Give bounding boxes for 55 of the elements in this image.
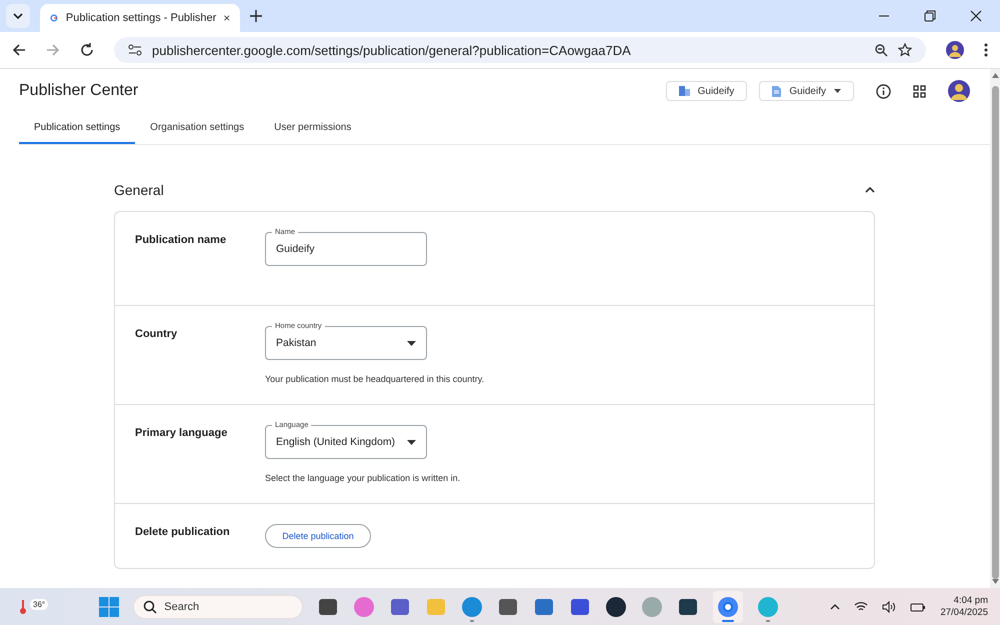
temperature-text: 36° — [30, 598, 48, 610]
speaker-icon[interactable] — [882, 600, 896, 612]
restore-icon[interactable] — [924, 10, 936, 22]
dropdown-icon — [407, 440, 416, 444]
scrollbar[interactable] — [990, 69, 1000, 588]
building-icon — [678, 86, 690, 96]
battery-icon[interactable] — [910, 600, 926, 612]
helper-text: Your publication must be headquartered in this country. — [265, 374, 484, 384]
settings-tab[interactable]: Publication settings — [19, 113, 136, 144]
site-settings-icon[interactable] — [128, 44, 142, 56]
wifi-icon[interactable] — [854, 601, 868, 612]
helper-text: Select the language your publication is written in. — [265, 473, 460, 483]
search-field[interactable]: Search — [133, 594, 304, 618]
close-icon[interactable] — [970, 10, 982, 22]
zoom-icon[interactable] — [875, 44, 888, 56]
document-icon — [772, 86, 782, 96]
chrome-icon — [718, 596, 738, 616]
scroll-up-icon[interactable] — [992, 73, 998, 78]
clock-date: 27/04/2025 — [940, 607, 988, 618]
dropdown-icon — [834, 89, 841, 93]
address-bar[interactable]: publishercenter.google.com/settings/publication/general?publication=CAowgaa7DA — [114, 37, 926, 63]
close-icon[interactable] — [224, 13, 230, 23]
new-tab-icon[interactable] — [250, 10, 262, 22]
info-icon[interactable] — [876, 84, 891, 98]
app-icon — [570, 596, 590, 616]
app-title: Publisher Center — [19, 82, 138, 100]
tab-title: Publication settings - Publisher — [66, 12, 216, 24]
start-icon[interactable] — [99, 596, 120, 616]
chevron-up-icon[interactable] — [830, 604, 840, 610]
apps-grid-icon[interactable] — [913, 84, 926, 98]
browser-tab[interactable]: Publication settings - Publisher — [40, 4, 240, 32]
setting-label: Country — [135, 327, 178, 342]
setting-label: Delete publication — [135, 525, 231, 540]
reload-icon[interactable] — [80, 43, 94, 57]
chevron-icon[interactable] — [865, 187, 875, 193]
dropdown-icon — [407, 340, 416, 346]
star-icon[interactable] — [898, 43, 912, 57]
chevron-down-icon — [13, 13, 23, 19]
delete-button[interactable]: Delete publication — [265, 524, 371, 548]
settings-tab[interactable]: User permissions — [259, 113, 366, 144]
setting-label: Primary language — [135, 426, 228, 441]
thermometer-icon — [18, 598, 28, 614]
publication-button[interactable]: Guideify — [759, 81, 854, 101]
back-icon[interactable] — [12, 43, 26, 57]
more-icon[interactable] — [984, 43, 988, 57]
organisation-button[interactable]: Guideify — [666, 81, 748, 101]
url-text: publishercenter.google.com/settings/publication/general?publication=CAowgaa7DA — [152, 42, 631, 58]
avatar-icon[interactable] — [948, 80, 970, 102]
clock-time: 4:04 pm — [954, 595, 988, 606]
section-title: General — [114, 182, 164, 198]
setting-label: Publication name — [135, 233, 228, 248]
tab-list-button[interactable] — [6, 4, 30, 28]
search-icon — [143, 600, 158, 614]
settings-tab[interactable]: Organisation settings — [135, 113, 260, 144]
avatar-icon[interactable] — [946, 41, 964, 59]
